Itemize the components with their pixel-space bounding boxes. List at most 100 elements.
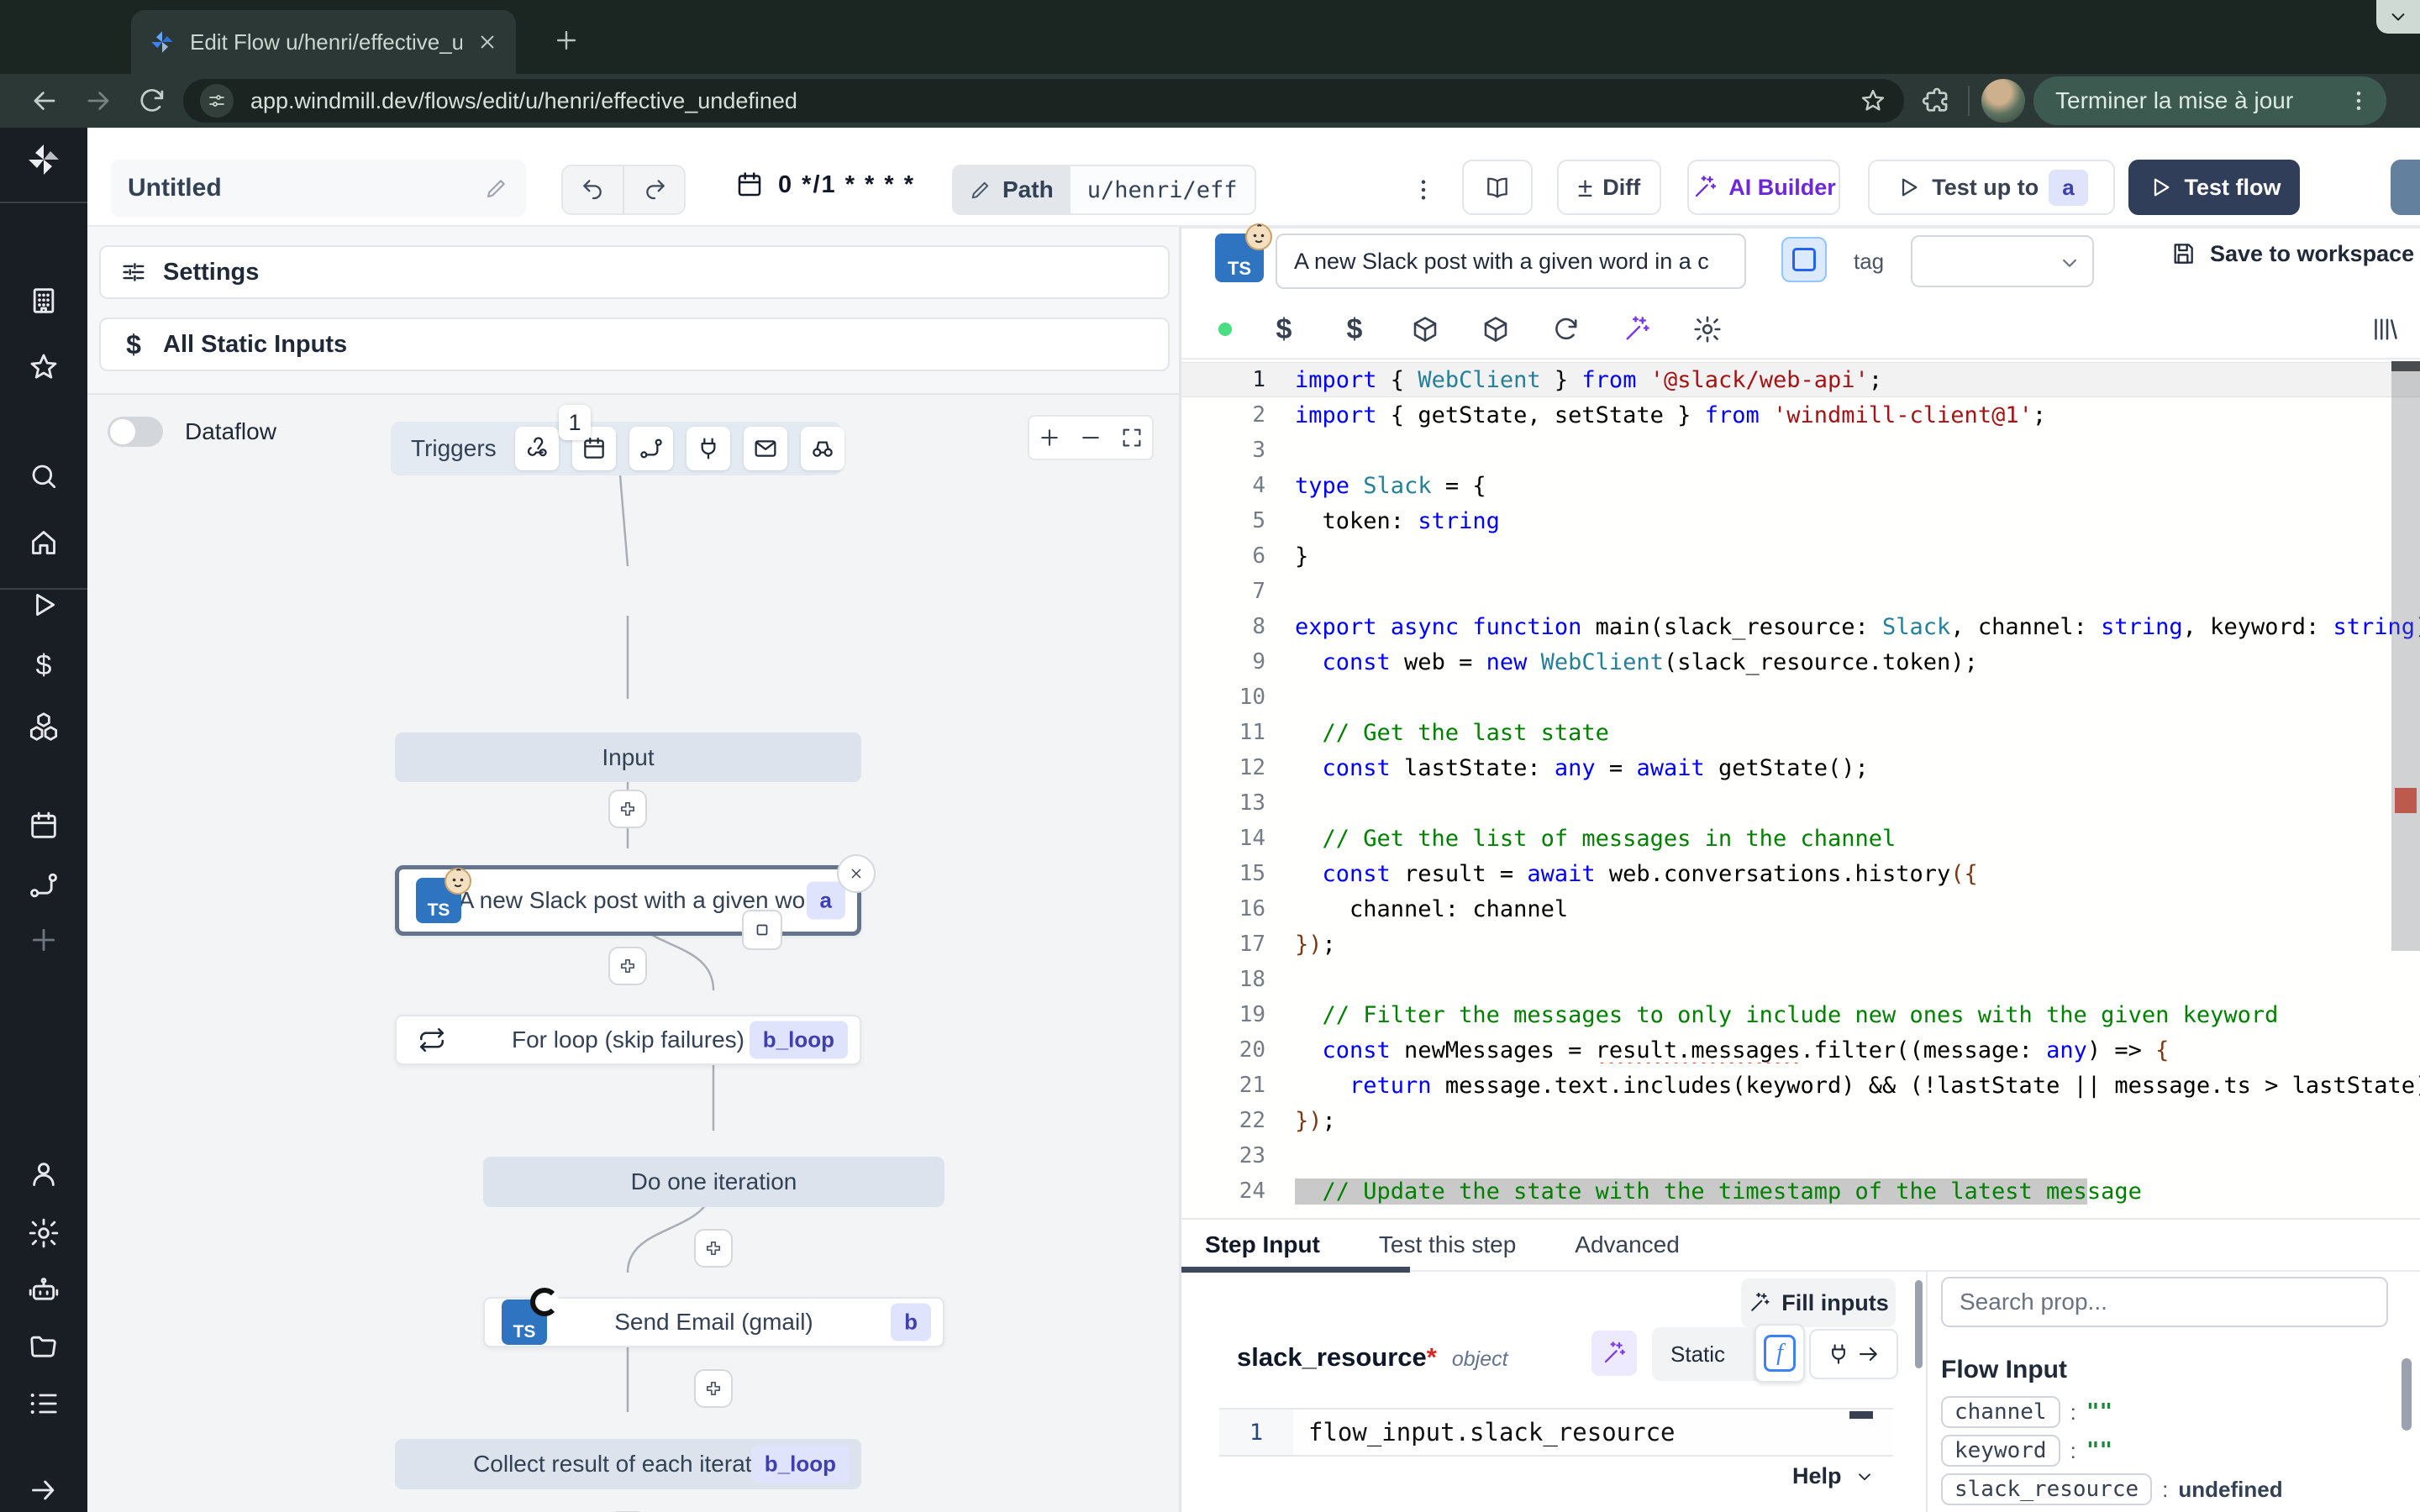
package-icon[interactable] xyxy=(1410,314,1440,344)
tab-search-button[interactable] xyxy=(2376,0,2420,34)
connect-input-button[interactable] xyxy=(1809,1329,1898,1379)
flow-input-prop-slack_resource[interactable]: slack_resource:undefined xyxy=(1941,1470,2395,1509)
ai-fill-button[interactable] xyxy=(1591,1331,1637,1376)
insert-step-button[interactable] xyxy=(694,1369,733,1408)
sidebar-item-dollar-icon[interactable]: $ xyxy=(27,648,60,682)
node-do-one-iteration[interactable]: Do one iteration xyxy=(483,1157,944,1207)
prop-pill[interactable]: keyword xyxy=(1941,1435,2060,1467)
right-pane-scrollbar[interactable] xyxy=(2402,1358,2412,1431)
path-editor[interactable]: Path u/henri/eff xyxy=(952,165,1256,215)
back-icon[interactable] xyxy=(29,85,60,117)
bookmark-star-icon[interactable] xyxy=(1859,87,1887,115)
all-static-inputs-row[interactable]: $ All Static Inputs xyxy=(99,318,1170,371)
sidebar-item-play-icon[interactable] xyxy=(27,588,60,622)
module-action-button[interactable] xyxy=(742,910,782,950)
expr-value[interactable]: flow_input.slack_resource xyxy=(1293,1418,1676,1446)
code-line-23[interactable]: 23 xyxy=(1181,1138,2420,1173)
fill-inputs-button[interactable]: Fill inputs xyxy=(1741,1278,1896,1327)
sidebar-item-star-icon[interactable] xyxy=(27,350,60,384)
path-label-segment[interactable]: Path xyxy=(952,165,1071,215)
reload-script-icon[interactable] xyxy=(1551,314,1581,344)
code-line-19[interactable]: 19 // Filter the messages to only includ… xyxy=(1181,997,2420,1032)
reload-icon[interactable] xyxy=(136,85,168,117)
sidebar-item-search-icon[interactable] xyxy=(27,459,60,493)
sidebar-item-route-icon[interactable] xyxy=(27,869,60,902)
edit-pencil-icon[interactable] xyxy=(484,176,509,201)
flow-input-prop-channel[interactable]: channel:"" xyxy=(1941,1393,2395,1431)
code-line-5[interactable]: 5 token: string xyxy=(1181,503,2420,538)
test-flow-button[interactable]: Test flow xyxy=(2128,160,2300,215)
left-pane-scrollbar[interactable] xyxy=(1915,1280,1923,1368)
fit-view-button[interactable] xyxy=(1111,417,1152,459)
path-value[interactable]: u/henri/eff xyxy=(1071,165,1256,215)
flow-canvas[interactable]: Dataflow Triggers 1 Input TS A new Slack… xyxy=(87,393,1181,1512)
editor-scrollbar[interactable] xyxy=(2391,361,2420,1218)
browser-tab[interactable]: Edit Flow u/henri/effective_un xyxy=(131,10,516,74)
windmill-logo-icon[interactable] xyxy=(24,139,64,180)
tab-step-input[interactable]: Step Input xyxy=(1205,1231,1320,1258)
sidebar-item-calendar-icon[interactable] xyxy=(27,809,60,843)
sidebar-item-building-icon[interactable] xyxy=(27,284,60,318)
code-line-8[interactable]: 8export async function main(slack_resour… xyxy=(1181,609,2420,644)
diff-button[interactable]: ± Diff xyxy=(1557,160,1661,215)
code-line-16[interactable]: 16 channel: channel xyxy=(1181,891,2420,927)
sidebar-item-user-icon[interactable] xyxy=(27,1158,60,1191)
code-line-6[interactable]: 6} xyxy=(1181,538,2420,574)
code-editor[interactable]: 1import { WebClient } from '@slack/web-a… xyxy=(1181,361,2420,1218)
insert-step-button[interactable] xyxy=(694,1229,733,1268)
triggers-bar[interactable]: Triggers 1 xyxy=(391,422,841,475)
package2-icon[interactable] xyxy=(1481,314,1511,344)
trigger-mail-icon[interactable] xyxy=(744,427,787,470)
delete-node-button[interactable] xyxy=(837,854,876,893)
search-prop-input[interactable] xyxy=(1941,1277,2388,1327)
checkbox-button[interactable] xyxy=(1781,237,1827,282)
browser-update-button[interactable]: Terminer la mise à jour xyxy=(2033,76,2386,125)
more-options-button[interactable] xyxy=(1398,165,1449,215)
redo-button[interactable] xyxy=(624,166,684,213)
resources-dollar-icon[interactable]: $ xyxy=(1339,314,1370,344)
new-tab-button[interactable] xyxy=(544,18,588,62)
insert-step-button[interactable] xyxy=(608,790,647,828)
test-up-to-button[interactable]: Test up to a xyxy=(1868,160,2115,215)
ai-builder-button[interactable]: AI Builder xyxy=(1687,160,1840,215)
dataflow-toggle[interactable]: Dataflow xyxy=(108,417,276,447)
tag-select[interactable] xyxy=(1911,235,2094,287)
step-summary-input[interactable] xyxy=(1276,234,1746,289)
sidebar-item-home-icon[interactable] xyxy=(27,526,60,559)
address-bar[interactable]: app.windmill.dev/flows/edit/u/henri/effe… xyxy=(183,79,1904,123)
scrollbar-thumb[interactable] xyxy=(2391,371,2420,951)
prop-pill[interactable]: channel xyxy=(1941,1396,2060,1428)
code-line-14[interactable]: 14 // Get the list of messages in the ch… xyxy=(1181,821,2420,856)
code-line-9[interactable]: 9 const web = new WebClient(slack_resour… xyxy=(1181,644,2420,680)
prop-pill[interactable]: slack_resource xyxy=(1941,1473,2152,1505)
browser-menu-kebab-icon[interactable] xyxy=(2346,88,2371,113)
trigger-plug-icon[interactable] xyxy=(687,427,730,470)
flow-settings-row[interactable]: Settings xyxy=(99,245,1170,299)
help-toggle[interactable]: Help xyxy=(1792,1463,1876,1489)
node-send-email[interactable]: TS Send Email (gmail) b xyxy=(483,1297,944,1347)
code-line-3[interactable]: 3 xyxy=(1181,433,2420,468)
docs-button[interactable] xyxy=(1462,160,1533,215)
sidebar-item-plus-icon[interactable] xyxy=(27,923,60,957)
code-line-24[interactable]: 24 // Update the state with the timestam… xyxy=(1181,1173,2420,1209)
code-line-18[interactable]: 18 xyxy=(1181,962,2420,997)
schedule-button[interactable]: 0 */1 * * * * xyxy=(734,170,915,200)
zoom-in-button[interactable] xyxy=(1029,417,1071,459)
sidebar-item-gear-icon[interactable] xyxy=(27,1216,60,1250)
code-line-12[interactable]: 12 const lastState: any = await getState… xyxy=(1181,750,2420,785)
flow-name-input[interactable]: Untitled xyxy=(111,160,526,217)
code-line-15[interactable]: 15 const result = await web.conversation… xyxy=(1181,856,2420,891)
trigger-route-icon[interactable] xyxy=(629,427,673,470)
sidebar-item-folder-icon[interactable] xyxy=(27,1330,60,1363)
draft-save-button[interactable]: Draft xyxy=(2391,160,2420,215)
site-settings-icon[interactable] xyxy=(200,84,234,118)
tab-close-icon[interactable] xyxy=(476,30,499,54)
sidebar-item-cubes-icon[interactable] xyxy=(27,710,60,743)
expression-editor[interactable]: 1 flow_input.slack_resource xyxy=(1219,1408,1893,1457)
insert-step-button[interactable] xyxy=(608,947,647,985)
node-forloop[interactable]: For loop (skip failures) b_loop xyxy=(395,1015,861,1065)
profile-avatar[interactable] xyxy=(1981,79,2025,123)
code-line-4[interactable]: 4type Slack = { xyxy=(1181,468,2420,503)
code-line-7[interactable]: 7 xyxy=(1181,574,2420,609)
trigger-webhook-icon[interactable] xyxy=(515,427,559,470)
